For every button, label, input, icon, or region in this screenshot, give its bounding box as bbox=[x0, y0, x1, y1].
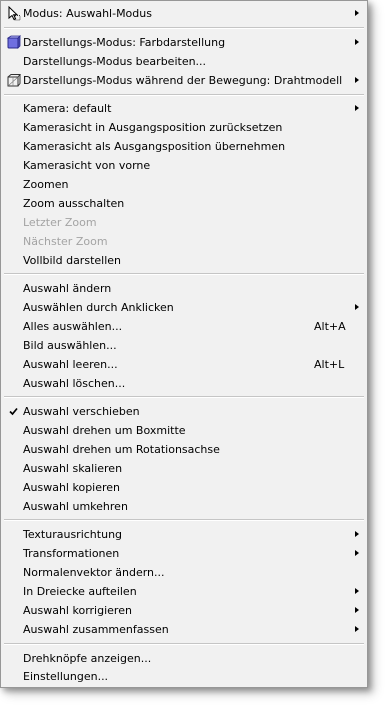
menu-item-label: Drehknöpfe anzeigen... bbox=[23, 652, 152, 665]
submenu-arrow-icon bbox=[355, 304, 359, 310]
cursor-icon bbox=[8, 6, 21, 21]
menu-item-darstellungs-modus[interactable]: Darstellungs-Modus: Farbdarstellung bbox=[3, 33, 365, 52]
menu-item-label: Nächster Zoom bbox=[23, 235, 108, 248]
menu-item-label: In Dreiecke aufteilen bbox=[23, 585, 137, 598]
menu-item-zoomen[interactable]: Zoomen bbox=[3, 175, 365, 194]
menu-item-label: Darstellungs-Modus bearbeiten... bbox=[23, 55, 207, 68]
menu-item-label: Transformationen bbox=[23, 547, 120, 560]
submenu-arrow-icon bbox=[355, 105, 359, 111]
submenu-arrow-icon bbox=[355, 77, 359, 83]
menu-separator bbox=[4, 27, 364, 29]
menu-item-auswahl-korrigieren[interactable]: Auswahl korrigieren bbox=[3, 601, 365, 620]
menu-separator bbox=[4, 643, 364, 645]
menu-item-transformationen[interactable]: Transformationen bbox=[3, 544, 365, 563]
menu-item-label: Normalenvektor ändern... bbox=[23, 566, 165, 579]
submenu-arrow-icon bbox=[355, 10, 359, 16]
menu-item-label: Auswahl drehen um Boxmitte bbox=[23, 424, 186, 437]
menu-item-drehen-boxmitte[interactable]: Auswahl drehen um Boxmitte bbox=[3, 421, 365, 440]
menu-item-letzter-zoom: Letzter Zoom bbox=[3, 213, 365, 232]
menu-item-label: Bild auswählen... bbox=[23, 339, 117, 352]
menu-item-alles-auswaehlen[interactable]: Alles auswählen... Alt+A bbox=[3, 317, 365, 336]
menu-item-label: Modus: Auswahl-Modus bbox=[23, 7, 152, 20]
submenu-arrow-icon bbox=[355, 588, 359, 594]
menu-item-auswahl-aendern[interactable]: Auswahl ändern bbox=[3, 279, 365, 298]
menu-item-shortcut: Alt+A bbox=[314, 320, 346, 333]
menu-item-kamerasicht-vorne[interactable]: Kamerasicht von vorne bbox=[3, 156, 365, 175]
submenu-arrow-icon bbox=[355, 531, 359, 537]
menu-item-auswahl-umkehren[interactable]: Auswahl umkehren bbox=[3, 497, 365, 516]
menu-item-label: Zoomen bbox=[23, 178, 69, 191]
menu-item-label: Auswahl verschieben bbox=[23, 405, 140, 418]
menu-item-label: Kamerasicht von vorne bbox=[23, 159, 151, 172]
menu-item-label: Alles auswählen... bbox=[23, 320, 123, 333]
menu-item-label: Kamerasicht als Ausgangsposition überneh… bbox=[23, 140, 286, 153]
menu-item-modus[interactable]: Modus: Auswahl-Modus bbox=[3, 4, 365, 23]
menu-item-label: Texturausrichtung bbox=[23, 528, 123, 541]
menu-item-auswahl-zusammenfassen[interactable]: Auswahl zusammenfassen bbox=[3, 620, 365, 639]
menu-item-dreiecke-aufteilen[interactable]: In Dreiecke aufteilen bbox=[3, 582, 365, 601]
menu-item-label: Darstellungs-Modus während der Bewegung:… bbox=[23, 74, 343, 87]
menu-item-label: Vollbild darstellen bbox=[23, 254, 121, 267]
menu-separator bbox=[4, 519, 364, 521]
cube-icon bbox=[6, 35, 21, 49]
menu-item-drehen-rotationsachse[interactable]: Auswahl drehen um Rotationsachse bbox=[3, 440, 365, 459]
menu-item-label: Einstellungen... bbox=[23, 670, 109, 683]
menu-item-label: Auswahl umkehren bbox=[23, 500, 128, 513]
menu-item-bild-auswaehlen[interactable]: Bild auswählen... bbox=[3, 336, 365, 355]
context-menu: Modus: Auswahl-Modus Darstellungs-Modus:… bbox=[0, 0, 368, 688]
menu-item-darstellungs-modus-bearbeiten[interactable]: Darstellungs-Modus bearbeiten... bbox=[3, 52, 365, 71]
menu-item-shortcut: Alt+L bbox=[314, 358, 345, 371]
menu-item-auswahl-leeren[interactable]: Auswahl leeren... Alt+L bbox=[3, 355, 365, 374]
wireframe-icon bbox=[7, 74, 21, 87]
menu-item-label: Auswahl drehen um Rotationsachse bbox=[23, 443, 220, 456]
menu-item-label: Auswählen durch Anklicken bbox=[23, 301, 174, 314]
menu-separator bbox=[4, 396, 364, 398]
menu-separator bbox=[4, 94, 364, 96]
submenu-arrow-icon bbox=[355, 550, 359, 556]
menu-item-auswahl-skalieren[interactable]: Auswahl skalieren bbox=[3, 459, 365, 478]
menu-item-zoom-ausschalten[interactable]: Zoom ausschalten bbox=[3, 194, 365, 213]
menu-item-darstellungs-modus-bewegung[interactable]: Darstellungs-Modus während der Bewegung:… bbox=[3, 71, 365, 90]
menu-item-label: Zoom ausschalten bbox=[23, 197, 125, 210]
checkmark-icon bbox=[9, 407, 18, 416]
menu-item-auswahl-kopieren[interactable]: Auswahl kopieren bbox=[3, 478, 365, 497]
menu-item-auswahl-loeschen[interactable]: Auswahl löschen... bbox=[3, 374, 365, 393]
menu-item-naechster-zoom: Nächster Zoom bbox=[3, 232, 365, 251]
menu-item-kamerasicht-zuruecksetzen[interactable]: Kamerasicht in Ausgangsposition zurückse… bbox=[3, 118, 365, 137]
menu-item-label: Auswahl skalieren bbox=[23, 462, 123, 475]
menu-item-auswahl-verschieben[interactable]: Auswahl verschieben bbox=[3, 402, 365, 421]
menu-item-label: Auswahl kopieren bbox=[23, 481, 121, 494]
menu-item-normalenvektor[interactable]: Normalenvektor ändern... bbox=[3, 563, 365, 582]
menu-item-kamerasicht-uebernehmen[interactable]: Kamerasicht als Ausgangsposition überneh… bbox=[3, 137, 365, 156]
menu-item-auswaehlen-anklicken[interactable]: Auswählen durch Anklicken bbox=[3, 298, 365, 317]
menu-item-label: Kamerasicht in Ausgangsposition zurückse… bbox=[23, 121, 283, 134]
menu-item-label: Auswahl ändern bbox=[23, 282, 112, 295]
menu-item-label: Auswahl korrigieren bbox=[23, 604, 132, 617]
menu-item-einstellungen[interactable]: Einstellungen... bbox=[3, 667, 365, 686]
menu-item-drehknoepfe[interactable]: Drehknöpfe anzeigen... bbox=[3, 649, 365, 668]
menu-item-vollbild[interactable]: Vollbild darstellen bbox=[3, 251, 365, 270]
menu-item-label: Letzter Zoom bbox=[23, 216, 97, 229]
menu-item-kamera[interactable]: Kamera: default bbox=[3, 99, 365, 118]
submenu-arrow-icon bbox=[355, 626, 359, 632]
menu-item-label: Auswahl zusammenfassen bbox=[23, 623, 169, 636]
menu-item-label: Auswahl löschen... bbox=[23, 377, 126, 390]
submenu-arrow-icon bbox=[355, 607, 359, 613]
menu-item-label: Darstellungs-Modus: Farbdarstellung bbox=[23, 36, 226, 49]
menu-separator bbox=[4, 273, 364, 275]
submenu-arrow-icon bbox=[355, 39, 359, 45]
menu-item-label: Kamera: default bbox=[23, 102, 112, 115]
menu-item-label: Auswahl leeren... bbox=[23, 358, 118, 371]
menu-item-texturausrichtung[interactable]: Texturausrichtung bbox=[3, 525, 365, 544]
